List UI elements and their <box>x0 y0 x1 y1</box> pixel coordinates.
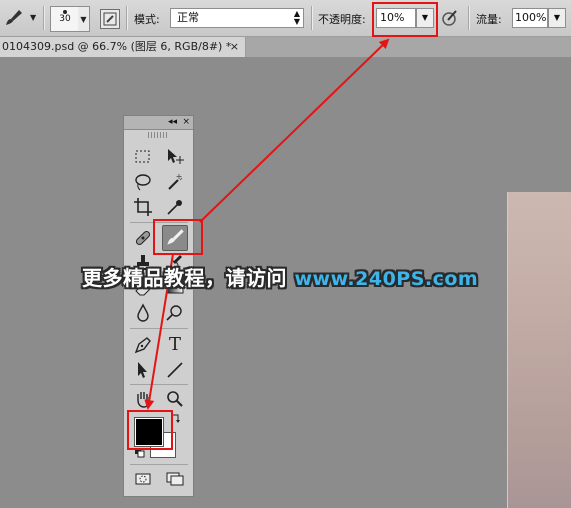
line-icon <box>167 362 183 378</box>
opacity-pressure-button[interactable] <box>440 8 460 28</box>
marquee-icon <box>135 150 150 163</box>
lasso-tool[interactable] <box>132 171 154 193</box>
quick-mask-button[interactable] <box>132 468 154 490</box>
quick-mask-icon <box>135 473 151 485</box>
document-canvas[interactable] <box>507 192 571 508</box>
document-tab[interactable]: 0104309.psd @ 66.7% (图层 6, RGB/8#) * × <box>0 37 246 57</box>
options-bar: ▼ 30 ▼ 模式: 正常 ▲ ▼ 不透明度: 10% ▼ 流量: 100% ▼ <box>0 0 571 37</box>
path-selection-tool[interactable] <box>132 359 154 381</box>
flow-input[interactable]: 100% <box>512 8 548 28</box>
separator <box>468 6 469 30</box>
eyedropper-tool[interactable] <box>164 196 186 218</box>
opacity-highlight-box <box>372 2 438 37</box>
crop-tool[interactable] <box>132 196 154 218</box>
blur-drop-icon <box>137 303 149 322</box>
arrow-to-opacity <box>199 38 390 223</box>
tool-preset-dropdown-icon[interactable]: ▼ <box>30 13 36 22</box>
mode-label: 模式: <box>134 13 160 26</box>
document-title: 0104309.psd @ 66.7% (图层 6, RGB/8#) * <box>2 40 232 53</box>
screen-mode-icon <box>166 472 184 486</box>
blend-mode-select[interactable]: 正常 ▲ ▼ <box>170 8 304 28</box>
pen-tool[interactable] <box>132 334 154 356</box>
lasso-icon <box>135 174 151 191</box>
bandage-icon <box>135 230 151 246</box>
flow-dropdown[interactable]: ▼ <box>548 8 566 28</box>
watermark-text: 更多精品教程，请访问 www.240PS.com <box>82 262 478 291</box>
separator <box>311 6 312 30</box>
close-icon[interactable]: × <box>230 37 239 57</box>
tools-panel-header[interactable]: ◂◂ × <box>124 116 193 130</box>
pen-icon <box>134 337 151 354</box>
magnifier-icon <box>167 391 183 407</box>
magic-wand-tool[interactable] <box>164 171 186 193</box>
brush-size-value: 30 <box>59 14 71 24</box>
watermark-chinese: 更多精品教程，请访问 <box>82 266 295 290</box>
flow-label: 流量: <box>476 13 502 26</box>
tool-group-separator <box>130 384 188 385</box>
separator <box>43 6 44 30</box>
tab-strip <box>246 37 571 57</box>
screen-mode-button[interactable] <box>164 468 186 490</box>
annotation-arrows <box>144 38 390 410</box>
line-tool[interactable] <box>164 359 186 381</box>
brush-preset-dropdown[interactable]: ▼ <box>78 6 90 32</box>
brush-tool-highlight-box <box>153 219 203 255</box>
toggle-brush-panel-button[interactable] <box>100 9 120 29</box>
type-icon: T <box>168 334 181 355</box>
color-swatch-highlight-box <box>127 410 173 450</box>
eyedropper-icon <box>167 200 182 215</box>
chevron-down-icon: ▼ <box>553 13 561 22</box>
brush-tool-icon[interactable] <box>4 8 24 31</box>
dodge-icon <box>166 305 182 321</box>
arrow-icon <box>138 362 147 378</box>
updown-arrows-icon: ▲ ▼ <box>293 9 300 26</box>
hand-icon <box>137 392 150 408</box>
watermark-url: www.240PS.com <box>294 268 479 290</box>
crop-icon <box>134 198 152 216</box>
tool-group-separator <box>130 328 188 329</box>
opacity-label: 不透明度: <box>318 13 366 26</box>
magic-wand-icon <box>168 174 183 190</box>
collapse-icon[interactable]: ◂◂ <box>168 116 177 128</box>
marquee-tool[interactable] <box>132 146 154 168</box>
blur-tool[interactable] <box>132 302 154 324</box>
hand-tool[interactable] <box>132 388 154 410</box>
drag-grip[interactable] <box>148 132 169 138</box>
type-tool[interactable]: T <box>164 334 186 356</box>
close-icon[interactable]: × <box>182 116 190 128</box>
blend-mode-value: 正常 <box>177 11 199 24</box>
move-tool[interactable] <box>164 146 186 168</box>
brush-panel-icon <box>103 12 117 26</box>
brush-preset-picker[interactable]: 30 <box>50 6 80 32</box>
tool-group-separator <box>130 464 188 465</box>
healing-brush-tool[interactable] <box>132 227 154 249</box>
pressure-pen-icon <box>442 10 457 26</box>
dodge-tool[interactable] <box>164 302 186 324</box>
chevron-down-icon: ▼ <box>80 15 87 24</box>
separator <box>126 6 127 30</box>
zoom-tool[interactable] <box>164 388 186 410</box>
move-icon <box>168 149 184 164</box>
